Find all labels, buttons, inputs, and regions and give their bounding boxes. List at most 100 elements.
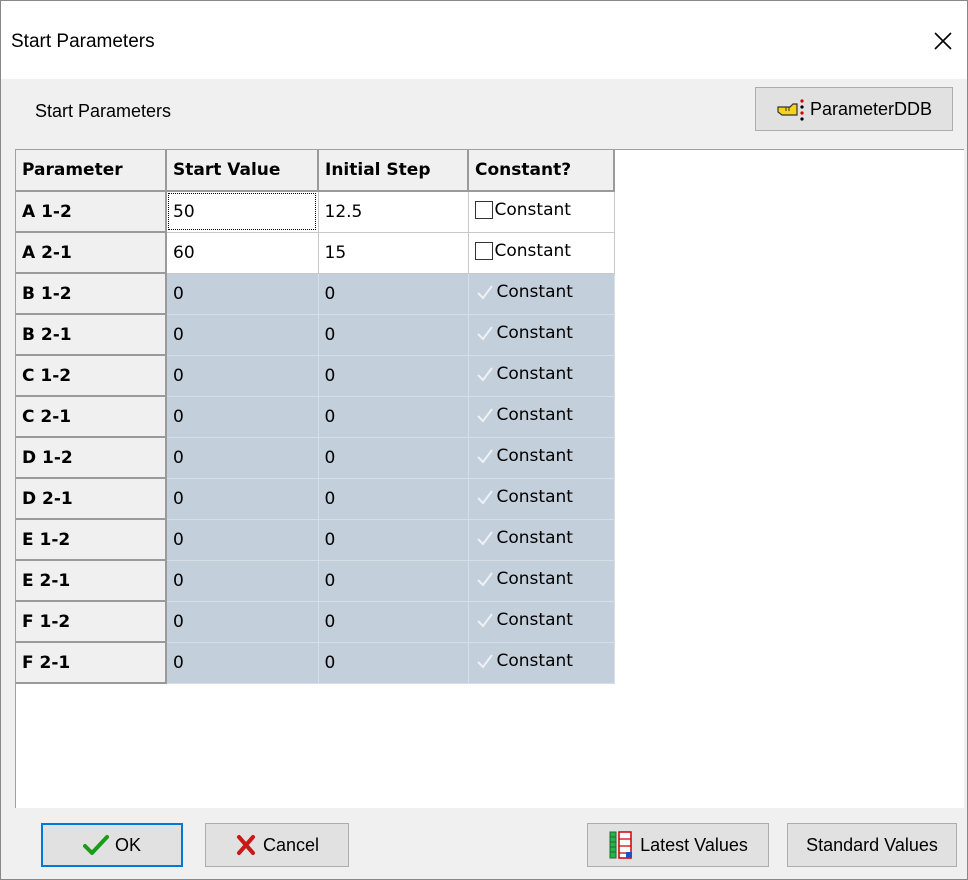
latest-values-label: Latest Values	[640, 834, 748, 855]
checkbox-checked-disabled-icon	[475, 324, 495, 342]
pointing-hand-icon	[777, 99, 804, 121]
constant-cell: Constant	[468, 519, 615, 561]
constant-checkbox: Constant	[475, 569, 573, 589]
constant-checkbox: Constant	[475, 405, 573, 425]
initial-step-cell: 0	[318, 560, 469, 602]
constant-checkbox: Constant	[475, 487, 573, 507]
start-value-cell[interactable]: 60	[166, 232, 319, 274]
constant-label: Constant	[494, 240, 571, 261]
initial-step-cell: 0	[318, 519, 469, 561]
row-header-parameter: A 1-2	[16, 191, 167, 233]
constant-label: Constant	[496, 651, 573, 671]
ok-button[interactable]: OK	[41, 823, 183, 867]
table-list-icon	[609, 831, 633, 859]
checkbox-checked-disabled-icon	[475, 611, 495, 629]
table-row: A 2-1 60 15 Constant	[16, 232, 615, 274]
initial-step-cell[interactable]: 15	[318, 232, 469, 274]
checkbox-checked-disabled-icon	[475, 488, 495, 506]
row-header-parameter: C 1-2	[16, 355, 167, 397]
row-header-parameter: B 1-2	[16, 273, 167, 315]
start-value-cell: 0	[166, 601, 319, 643]
row-header-parameter: C 2-1	[16, 396, 167, 438]
constant-checkbox: Constant	[475, 610, 573, 630]
constant-checkbox: Constant	[475, 323, 573, 343]
start-value-cell: 0	[166, 355, 319, 397]
table-header-row: Parameter Start Value Initial Step Const…	[16, 150, 615, 192]
constant-cell: Constant	[468, 355, 615, 397]
checkbox-checked-disabled-icon	[475, 570, 495, 588]
row-header-parameter: E 2-1	[16, 560, 167, 602]
constant-label: Constant	[496, 364, 573, 384]
table-row: C 2-1 0 0 Constant	[16, 396, 615, 438]
start-parameters-dialog: Start Parameters Start Parameters Parame…	[0, 0, 968, 880]
constant-cell: Constant	[468, 396, 615, 438]
row-header-parameter: E 1-2	[16, 519, 167, 561]
latest-values-button[interactable]: Latest Values	[587, 823, 769, 867]
checkbox-checked-disabled-icon	[475, 365, 495, 383]
x-mark-icon	[236, 835, 255, 855]
start-value-cell: 0	[166, 519, 319, 561]
table-row: B 1-2 0 0 Constant	[16, 273, 615, 315]
constant-label: Constant	[496, 610, 573, 630]
cancel-label: Cancel	[262, 834, 320, 855]
constant-checkbox: Constant	[475, 446, 573, 466]
constant-checkbox: Constant	[475, 364, 573, 384]
constant-label: Constant	[496, 528, 573, 548]
constant-cell: Constant	[468, 642, 615, 684]
constant-cell: Constant	[468, 560, 615, 602]
constant-label: Constant	[496, 405, 573, 425]
constant-label: Constant	[494, 199, 571, 220]
table-row: F 2-1 0 0 Constant	[16, 642, 615, 684]
checkbox-unchecked-icon	[474, 241, 493, 260]
parameter-grid: Parameter Start Value Initial Step Const…	[15, 149, 964, 808]
standard-values-button[interactable]: Standard Values	[787, 823, 957, 867]
standard-values-label: Standard Values	[806, 834, 938, 855]
constant-checkbox[interactable]: Constant	[474, 199, 571, 220]
constant-label: Constant	[496, 446, 573, 466]
checkbox-checked-disabled-icon	[475, 529, 495, 547]
constant-cell: Constant	[468, 273, 615, 315]
checkbox-checked-disabled-icon	[475, 406, 495, 424]
window-title: Start Parameters	[11, 31, 155, 52]
parameter-table: Parameter Start Value Initial Step Const…	[16, 150, 615, 684]
start-value-cell: 0	[166, 560, 319, 602]
initial-step-cell: 0	[318, 314, 469, 356]
table-body: A 1-2 50 12.5 Constant A 2-1 60 15 Constant B 1-…	[16, 191, 615, 684]
checkmark-icon	[82, 835, 109, 855]
constant-label: Constant	[496, 569, 573, 589]
row-header-parameter: A 2-1	[16, 232, 167, 274]
constant-cell: Constant	[468, 478, 615, 520]
initial-step-cell: 0	[318, 601, 469, 643]
column-header-initial-step: Initial Step	[318, 150, 469, 192]
close-icon	[934, 32, 952, 50]
start-value-cell: 0	[166, 437, 319, 479]
parameter-ddb-label: ParameterDDB	[809, 98, 933, 119]
initial-step-cell[interactable]: 12.5	[318, 191, 469, 233]
start-value-cell: 0	[166, 314, 319, 356]
initial-step-cell: 0	[318, 273, 469, 315]
table-row: D 1-2 0 0 Constant	[16, 437, 615, 479]
start-value-cell: 0	[166, 273, 319, 315]
constant-label: Constant	[496, 487, 573, 507]
close-button[interactable]	[923, 21, 963, 61]
table-row: E 1-2 0 0 Constant	[16, 519, 615, 561]
constant-cell: Constant	[468, 232, 615, 274]
title-bar: Start Parameters	[1, 1, 967, 79]
parameter-ddb-button[interactable]: ParameterDDB	[755, 87, 953, 131]
constant-checkbox: Constant	[475, 651, 573, 671]
constant-label: Constant	[496, 282, 573, 302]
constant-cell: Constant	[468, 191, 615, 233]
constant-checkbox[interactable]: Constant	[474, 240, 571, 261]
start-value-cell: 0	[166, 478, 319, 520]
row-header-parameter: F 1-2	[16, 601, 167, 643]
start-value-cell: 0	[166, 642, 319, 684]
constant-checkbox: Constant	[475, 528, 573, 548]
row-header-parameter: B 2-1	[16, 314, 167, 356]
initial-step-cell: 0	[318, 437, 469, 479]
row-header-parameter: D 1-2	[16, 437, 167, 479]
table-row: F 1-2 0 0 Constant	[16, 601, 615, 643]
start-value-cell[interactable]: 50	[166, 191, 319, 233]
table-row: E 2-1 0 0 Constant	[16, 560, 615, 602]
initial-step-cell: 0	[318, 642, 469, 684]
cancel-button[interactable]: Cancel	[205, 823, 349, 867]
